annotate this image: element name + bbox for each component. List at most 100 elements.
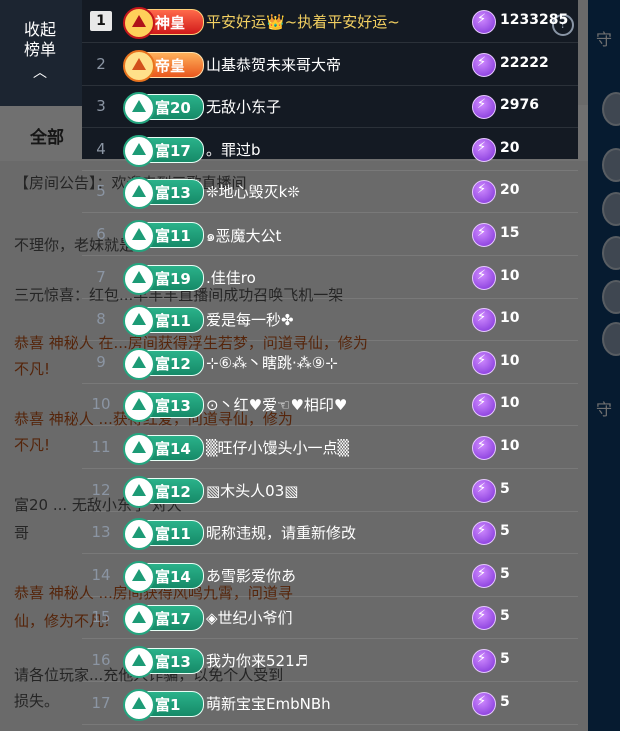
wealth-level-badge: 帝皇 [123,49,204,82]
triangle-crest-icon [123,475,155,508]
triangle-crest-icon [123,433,155,465]
ranking-row[interactable]: 3 富20 无敌小东子 2976 [82,85,578,129]
contribution-amount: 1233285 [500,12,569,28]
user-nickname[interactable]: あ雪影爱你あ [206,565,464,586]
badge-label: 富11 [155,312,191,331]
lightning-coin-icon [472,95,496,120]
lightning-coin-icon [472,137,496,162]
ranking-row[interactable]: 7 富19 .佳佳ro 10 [82,256,578,299]
ranking-row[interactable]: 1 神皇 平安好运👑~执着平安好运~ 1233285 [82,0,578,43]
contribution-amount: 10 [500,438,520,454]
wealth-level-badge: 神皇 [123,7,204,39]
user-nickname[interactable]: ▒旺仔小馒头小一点▒ [206,437,464,458]
contribution-amount: 5 [500,608,510,625]
rank-number: 7 [96,267,106,286]
lightning-coin-icon [472,223,496,247]
user-nickname[interactable]: 。罪过b [206,139,464,160]
user-nickname[interactable]: 萌新宝宝EmbNBh [206,693,464,714]
lightning-coin-icon [472,649,496,673]
badge-label: 富13 [155,653,191,671]
wealth-level-badge: 富17 [123,603,204,636]
rank-number: 15 [91,608,111,627]
lightning-coin-icon [472,350,496,375]
triangle-crest-icon [123,518,155,551]
lightning-coin-icon [472,691,496,716]
triangle-crest-icon [123,7,155,39]
triangle-crest-icon [123,560,155,593]
ranking-row[interactable]: 11 富14 ▒旺仔小馒头小一点▒ 10 [82,426,578,469]
lightning-coin-icon [472,563,496,588]
ranking-row[interactable]: 15 富17 ◈世纪小爷们 5 [82,596,578,640]
user-nickname[interactable]: 无敌小东子 [206,96,464,117]
triangle-crest-icon [123,603,155,636]
lightning-coin-icon [472,521,496,546]
contribution-amount: 5 [500,523,510,540]
triangle-crest-icon [123,92,155,125]
user-nickname[interactable]: 我为你来521♬ [206,650,464,671]
user-nickname[interactable]: ❊地心毁灭k❊ [206,181,464,202]
contribution-amount: 10 [500,310,520,327]
collapse-ranking-button[interactable]: 收起榜单 ︿ [0,0,82,106]
wealth-level-badge: 富11 [123,220,204,252]
contribution-amount: 20 [500,182,520,199]
rank-number: 13 [91,523,111,542]
lightning-coin-icon [472,606,496,631]
badge-label: 神皇 [155,14,186,32]
user-nickname[interactable]: 昵称违规，请重新修改 [206,522,464,543]
contribution-amount: 10 [500,395,520,412]
triangle-crest-icon [123,220,155,252]
user-nickname[interactable]: ⊹⑥⁂丶瞎跳·⁂⑨⊹ [206,352,464,373]
user-nickname[interactable]: 平安好运👑~执着平安好运~ [206,11,464,32]
wealth-level-badge: 富14 [123,560,204,593]
ranking-row[interactable]: 2 帝皇 山基恭贺未来哥大帝 22222 [82,43,578,86]
badge-label: 富14 [155,567,191,586]
wealth-level-badge: 富20 [123,92,204,125]
ranking-row[interactable]: 14 富14 あ雪影爱你あ 5 [82,554,578,597]
contribution-amount: 10 [500,267,520,284]
badge-label: 富17 [155,610,191,629]
rank-number: 9 [96,352,106,371]
wealth-level-badge: 富19 [123,262,204,295]
ranking-row[interactable]: 8 富11 爱是每一秒✤ 10 [82,298,578,342]
ranking-row[interactable]: 9 富12 ⊹⑥⁂丶瞎跳·⁂⑨⊹ 10 [82,341,578,384]
triangle-crest-icon [123,262,155,295]
wealth-level-badge: 富13 [123,177,204,210]
contribution-amount: 5 [500,565,510,582]
rank-number: 5 [96,182,106,201]
contribution-amount: 5 [500,651,510,667]
contribution-amount: 2976 [500,97,539,114]
rank-number: 16 [91,651,111,669]
contribution-amount: 15 [500,225,520,241]
contribution-amount: 22222 [500,54,549,71]
lightning-coin-icon [472,10,496,34]
wealth-level-badge: 富11 [123,305,204,338]
badge-label: 富13 [155,184,191,203]
lightning-coin-icon [472,52,496,77]
user-nickname[interactable]: ⊙丶红♥爱☜♥相印♥ [206,394,464,415]
ranking-row[interactable]: 10 富13 ⊙丶红♥爱☜♥相印♥ 10 [82,383,578,427]
ranking-row[interactable]: 6 富11 ๑恶魔大公t 15 [82,213,578,256]
contribution-amount: 20 [500,139,520,156]
rank-number: 17 [91,693,111,712]
ranking-row[interactable]: 13 富11 昵称违规，请重新修改 5 [82,511,578,555]
ranking-row[interactable]: 4 富17 。罪过b 20 [82,128,578,171]
rank-number: 3 [96,97,106,116]
ranking-row[interactable]: 12 富12 ▧木头人03▧ 5 [82,469,578,512]
ranking-row[interactable]: 17 富1 萌新宝宝EmbNBh 5 [82,682,578,725]
rank-number: 4 [96,139,106,158]
user-nickname[interactable]: 山基恭贺未来哥大帝 [206,54,464,75]
contribution-amount: 5 [500,480,510,497]
rank-number: 6 [96,225,106,243]
rank-number: 2 [96,54,106,73]
ranking-row[interactable]: 16 富13 我为你来521♬ 5 [82,639,578,682]
lightning-coin-icon [472,265,496,290]
user-nickname[interactable]: ๑恶魔大公t [206,224,464,248]
user-nickname[interactable]: ▧木头人03▧ [206,480,464,501]
rank-number: 14 [91,565,111,584]
ranking-row[interactable]: 5 富13 ❊地心毁灭k❊ 20 [82,170,578,214]
user-nickname[interactable]: ◈世纪小爷们 [206,607,464,628]
badge-label: 富11 [155,227,191,245]
rank-number: 10 [91,395,111,414]
user-nickname[interactable]: 爱是每一秒✤ [206,309,464,330]
user-nickname[interactable]: .佳佳ro [206,267,464,288]
